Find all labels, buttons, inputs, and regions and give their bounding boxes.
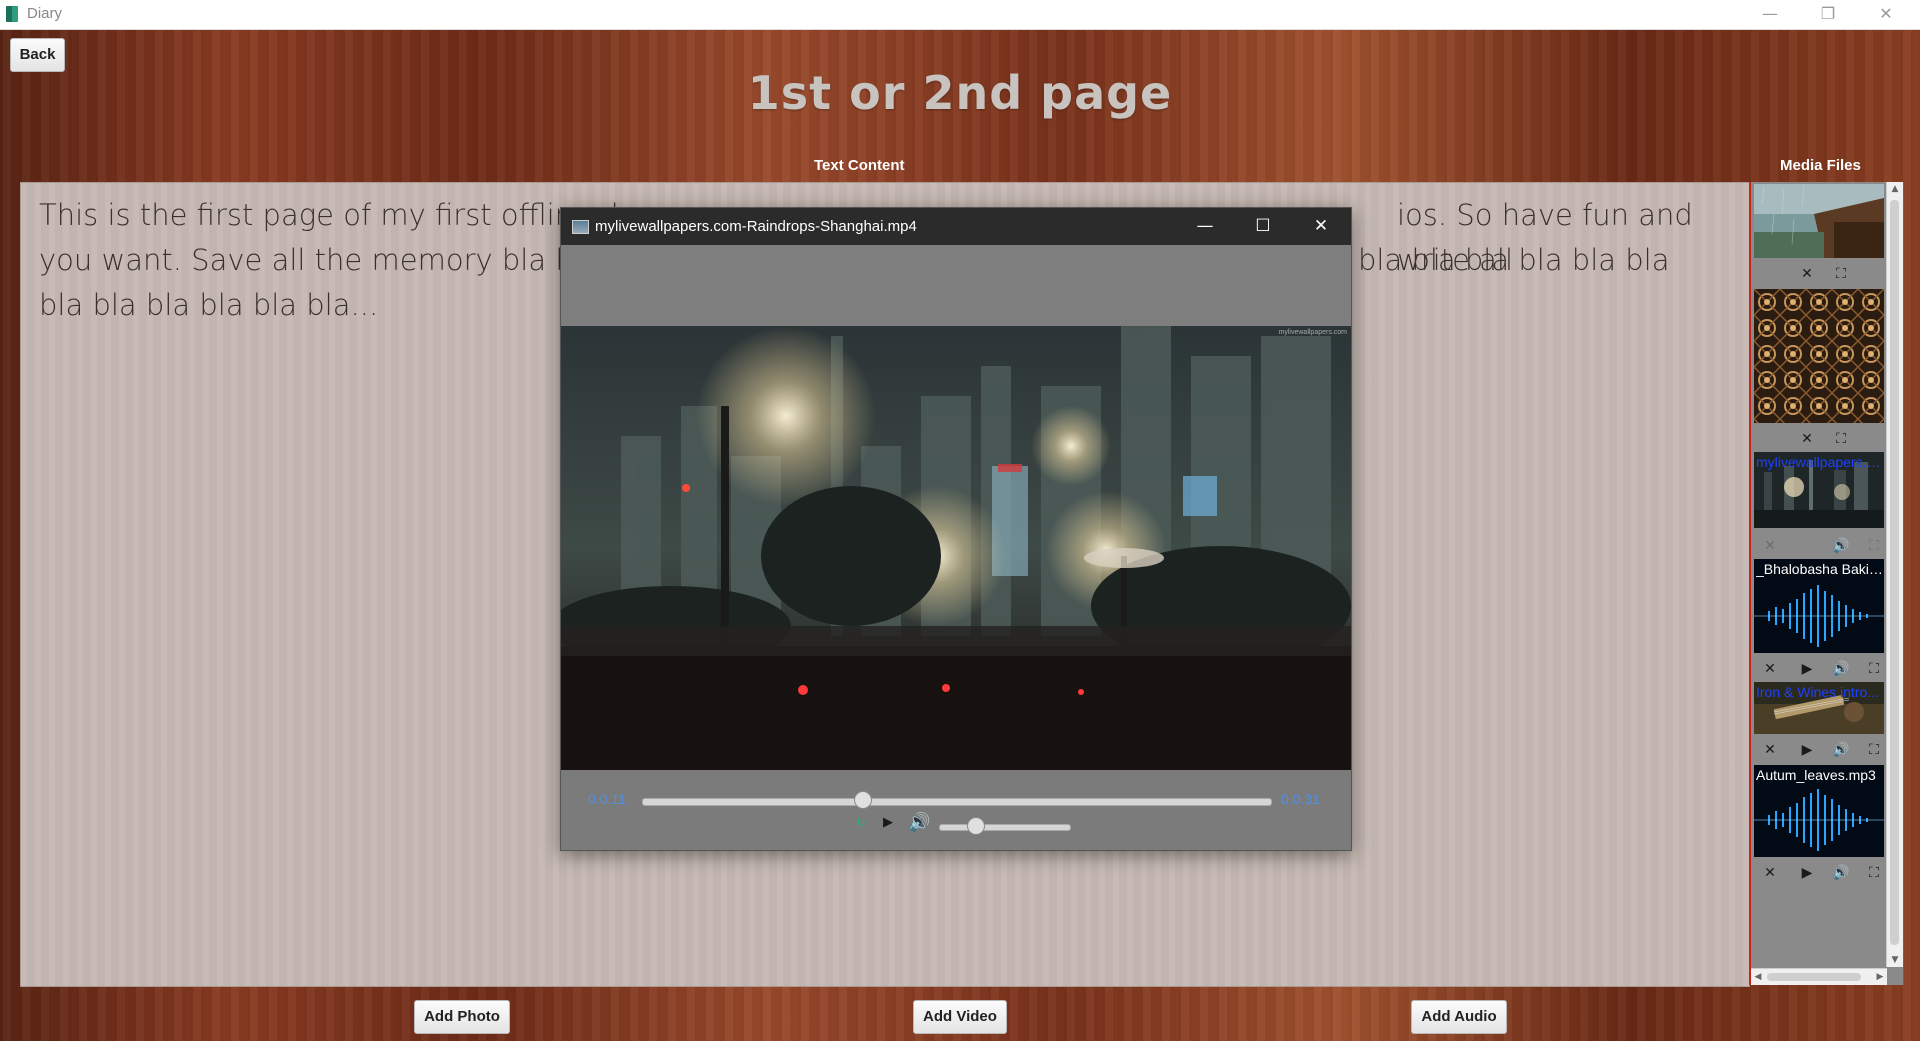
volume-icon[interactable]: 🔊	[1831, 863, 1851, 883]
video-window-title: mylivewallpapers.com-Raindrops-Shanghai.…	[595, 218, 917, 235]
text-line-1-left: This is the first page of my first offli…	[39, 198, 619, 232]
media-label: Autum_leaves.mp3	[1756, 767, 1876, 783]
media-item-photo-2[interactable]: ✕ ⛶	[1754, 289, 1884, 449]
scroll-right-icon[interactable]: ▶	[1873, 969, 1887, 985]
media-label: mylivewallpapers.com-Raindrops-Shanghai.…	[1756, 454, 1884, 470]
add-audio-button[interactable]: Add Audio	[1411, 1000, 1507, 1034]
photo-thumbnail[interactable]	[1754, 184, 1884, 258]
video-close-button[interactable]: ✕	[1292, 208, 1350, 245]
video-thumbnail[interactable]: Iron & Wines intro...	[1754, 682, 1884, 734]
play-icon[interactable]: ▶	[883, 815, 893, 830]
media-horizontal-scrollbar[interactable]: ◀ ▶	[1751, 968, 1887, 985]
scroll-left-icon[interactable]: ◀	[1751, 969, 1765, 985]
close-icon[interactable]: ✕	[1797, 264, 1817, 284]
close-icon[interactable]: ✕	[1760, 863, 1780, 883]
media-item-video-1[interactable]: mylivewallpapers.com-Raindrops-Shanghai.…	[1754, 452, 1884, 558]
video-minimize-button[interactable]: —	[1176, 208, 1234, 245]
video-window-titlebar[interactable]: mylivewallpapers.com-Raindrops-Shanghai.…	[561, 208, 1351, 245]
text-line-3: bla bla bla bla bla bla...	[39, 288, 379, 322]
fullscreen-icon[interactable]: ⛶	[1864, 740, 1884, 760]
media-files-label: Media Files	[1780, 157, 1861, 174]
close-icon[interactable]: ✕	[1760, 740, 1780, 760]
scroll-thumb[interactable]	[1767, 973, 1861, 981]
media-vertical-scrollbar[interactable]: ▲ ▼	[1886, 182, 1903, 967]
audio-thumbnail[interactable]: Autum_leaves.mp3	[1754, 765, 1884, 857]
media-controls: ✕ ⛶	[1754, 264, 1884, 284]
media-files-panel[interactable]: ✕ ⛶ ✕ ⛶ mylivewallpapers.com- ✕ 🔊 ⛶ _Bha…	[1749, 182, 1904, 985]
volume-icon[interactable]: 🔊	[1831, 536, 1851, 556]
audio-thumbnail[interactable]: _Bhalobasha Baki_...	[1754, 559, 1884, 653]
add-photo-button[interactable]: Add Photo	[414, 1000, 510, 1034]
add-video-button[interactable]: Add Video	[913, 1000, 1007, 1034]
text-line-2-right: a bla bla bla bla bla bla	[1331, 243, 1670, 277]
media-label: Iron & Wines intro...	[1756, 684, 1879, 700]
close-icon[interactable]: ✕	[1760, 536, 1780, 556]
video-frame[interactable]: mylivewallpapers.com	[561, 326, 1351, 770]
media-item-photo-1[interactable]: ✕ ⛶	[1754, 184, 1884, 289]
seek-handle[interactable]	[853, 791, 872, 809]
restore-button[interactable]: ❐	[1805, 0, 1851, 29]
media-item-video-2[interactable]: Iron & Wines intro... ✕ ▶ 🔊 ⛶	[1754, 682, 1884, 764]
close-icon[interactable]: ✕	[1797, 429, 1817, 449]
play-icon[interactable]: ▶	[1797, 659, 1817, 679]
fullscreen-icon[interactable]: ⛶	[1831, 429, 1851, 449]
video-player-window[interactable]: mylivewallpapers.com-Raindrops-Shanghai.…	[560, 207, 1352, 851]
volume-slider[interactable]	[939, 824, 1071, 831]
photo-thumbnail[interactable]	[1754, 289, 1884, 423]
window-title: Diary	[27, 5, 63, 22]
minimize-button[interactable]: —	[1747, 0, 1793, 29]
play-icon[interactable]: ▶	[1797, 740, 1817, 760]
video-thumbnail[interactable]: mylivewallpapers.com-Raindrops-Shanghai.…	[1754, 452, 1884, 528]
text-line-2-left: you want. Save all the memory bla bla b	[39, 243, 628, 277]
video-file-icon	[572, 220, 589, 234]
media-controls: ✕ ▶ 🔊 ⛶	[1754, 659, 1884, 679]
volume-handle[interactable]	[967, 817, 986, 835]
close-icon[interactable]: ✕	[1760, 659, 1780, 679]
total-time: 0.0.31	[1281, 791, 1320, 807]
fullscreen-icon[interactable]: ⛶	[1864, 863, 1884, 883]
window-titlebar: Diary — ❐ ✕	[0, 0, 1920, 30]
scroll-thumb[interactable]	[1890, 200, 1899, 945]
media-label: _Bhalobasha Baki_...	[1756, 561, 1884, 577]
current-time: 0.0.11	[588, 791, 626, 807]
media-controls: ✕ ▶ 🔊 ⛶	[1754, 863, 1884, 883]
volume-icon[interactable]: 🔊	[1831, 659, 1851, 679]
text-content-label: Text Content	[814, 157, 905, 174]
page-title: 1st or 2nd page	[747, 66, 1173, 120]
video-controls: 0.0.11 0.0.31 ↻ ▶ 🔊	[561, 770, 1351, 850]
video-watermark: mylivewallpapers.com	[1278, 329, 1347, 336]
video-maximize-button[interactable]: ☐	[1234, 208, 1292, 245]
media-controls: ✕ ⛶	[1754, 429, 1884, 449]
fullscreen-icon[interactable]: ⛶	[1864, 536, 1884, 556]
media-controls: ✕ 🔊 ⛶	[1754, 536, 1884, 556]
app-icon	[6, 6, 18, 22]
play-icon[interactable]: ▶	[1797, 863, 1817, 883]
scroll-down-icon[interactable]: ▼	[1887, 953, 1903, 967]
seek-bar[interactable]	[642, 798, 1272, 806]
replay-icon[interactable]: ↻	[853, 815, 869, 831]
media-controls: ✕ ▶ 🔊 ⛶	[1754, 740, 1884, 760]
close-window-button[interactable]: ✕	[1863, 0, 1909, 29]
volume-icon[interactable]: 🔊	[908, 812, 930, 833]
fullscreen-icon[interactable]: ⛶	[1864, 659, 1884, 679]
media-item-audio-1[interactable]: _Bhalobasha Baki_... ✕ ▶ 🔊 ⛶	[1754, 559, 1884, 681]
volume-icon[interactable]: 🔊	[1831, 740, 1851, 760]
scroll-up-icon[interactable]: ▲	[1887, 182, 1903, 196]
media-item-audio-2[interactable]: Autum_leaves.mp3 ✕ ▶ 🔊 ⛶	[1754, 765, 1884, 887]
fullscreen-icon[interactable]: ⛶	[1831, 264, 1851, 284]
